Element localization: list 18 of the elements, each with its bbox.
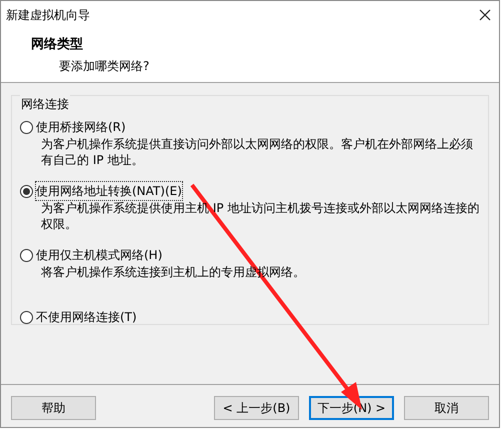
window-title: 新建虚拟机向导 [6, 6, 90, 24]
page-title: 网络类型 [31, 36, 84, 54]
option-label[interactable]: 不使用网络连接(T) [36, 308, 137, 326]
radio-button[interactable] [20, 184, 33, 198]
radio-button[interactable] [20, 248, 33, 262]
option-description: 为客户机操作系统提供直接访问外部以太网网络的权限。客户机在外部网络上必须有自己的 IP 地址。 [40, 136, 474, 168]
option-description: 为客户机操作系统提供使用主机 IP 地址访问主机拨号连接或外部以太网网络连接的权限。 [40, 200, 480, 232]
radio-button[interactable] [20, 310, 33, 324]
page-subtitle: 要添加哪类网络? [58, 58, 150, 74]
group-title: 网络连接 [20, 95, 70, 113]
close-icon[interactable] [479, 8, 491, 20]
cancel-button[interactable]: 取消 [404, 396, 489, 420]
help-button[interactable]: 帮助 [11, 396, 96, 420]
option-label[interactable]: 使用网络地址转换(NAT)(E) [36, 182, 182, 200]
back-button[interactable]: < 上一步(B) [214, 396, 299, 420]
option-label[interactable]: 使用仅主机模式网络(H) [36, 246, 162, 264]
radio-button[interactable] [20, 120, 33, 134]
option-label[interactable]: 使用桥接网络(R) [36, 118, 126, 136]
